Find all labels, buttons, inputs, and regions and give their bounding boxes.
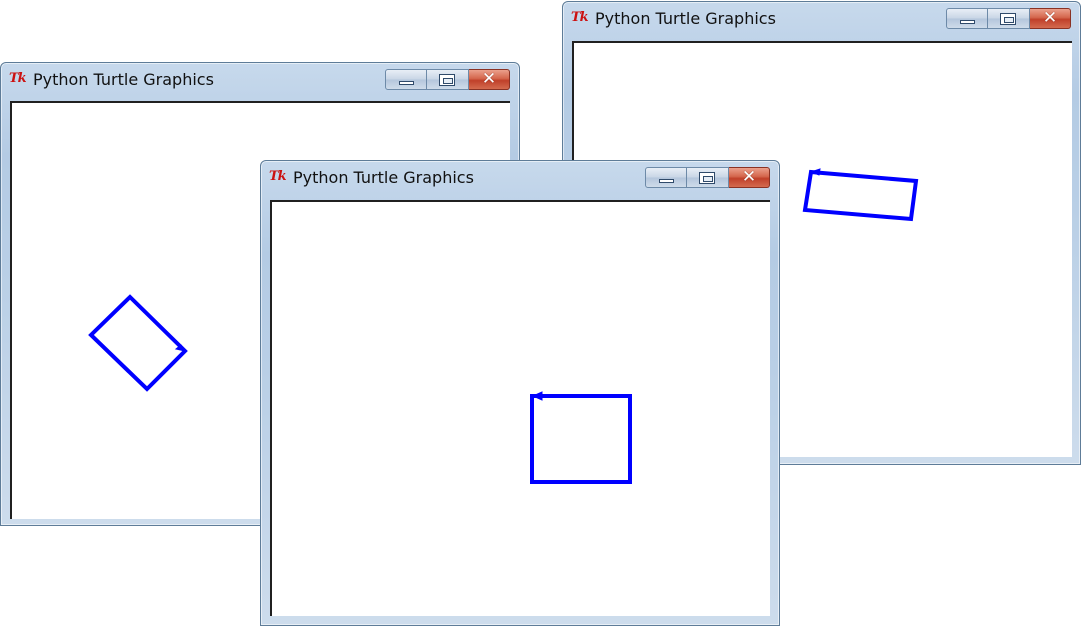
- close-icon: ✕: [741, 167, 757, 187]
- turtle-path-diamond: [88, 294, 188, 392]
- title-bar[interactable]: Tk Python Turtle Graphics ✕: [1, 63, 519, 93]
- close-icon: ✕: [1042, 8, 1058, 28]
- turtle-canvas-area[interactable]: [270, 200, 770, 616]
- minimize-button[interactable]: [385, 69, 427, 90]
- maximize-button[interactable]: [988, 8, 1030, 29]
- minimize-icon: [399, 81, 414, 85]
- title-bar[interactable]: Tk Python Turtle Graphics ✕: [261, 161, 779, 191]
- turtle-canvas: [530, 391, 632, 484]
- turtle-path-tilted-rectangle: [802, 169, 919, 222]
- tk-feather-icon: Tk: [269, 169, 287, 184]
- turtle-arrow-icon: [531, 391, 543, 401]
- maximize-button[interactable]: [427, 69, 469, 90]
- turtle-path-square: [530, 394, 632, 484]
- turtle-window-front[interactable]: Tk Python Turtle Graphics ✕: [260, 160, 780, 626]
- window-controls: ✕: [385, 69, 510, 90]
- window-title: Python Turtle Graphics: [293, 168, 474, 187]
- close-button[interactable]: ✕: [729, 167, 770, 188]
- window-controls: ✕: [645, 167, 770, 188]
- maximize-icon: [699, 172, 715, 184]
- minimize-icon: [960, 20, 975, 24]
- close-button[interactable]: ✕: [469, 69, 510, 90]
- tk-feather-icon: Tk: [9, 71, 27, 86]
- window-controls: ✕: [946, 8, 1071, 29]
- maximize-icon: [1000, 13, 1016, 25]
- close-button[interactable]: ✕: [1030, 8, 1071, 29]
- minimize-button[interactable]: [946, 8, 988, 29]
- minimize-button[interactable]: [645, 167, 687, 188]
- close-icon: ✕: [481, 69, 497, 89]
- maximize-icon: [439, 74, 455, 86]
- maximize-button[interactable]: [687, 167, 729, 188]
- window-title: Python Turtle Graphics: [595, 9, 776, 28]
- window-title: Python Turtle Graphics: [33, 70, 214, 89]
- title-bar[interactable]: Tk Python Turtle Graphics ✕: [563, 2, 1080, 32]
- tk-feather-icon: Tk: [571, 10, 589, 25]
- minimize-icon: [659, 179, 674, 183]
